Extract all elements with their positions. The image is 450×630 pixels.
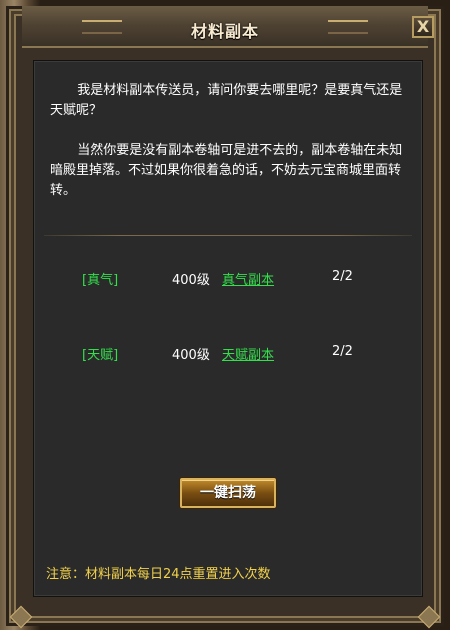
dungeon-level: 400级: [172, 273, 210, 288]
npc-dialog-text-1: 我是材料副本传送员，请问你要去哪里呢？是要真气还是天赋呢？: [50, 83, 403, 118]
dungeon-link-tianfu[interactable]: 天赋副本: [222, 344, 274, 363]
dungeon-level: 400级: [172, 348, 210, 363]
dungeon-remaining-count: 2/2: [332, 344, 353, 359]
dungeon-category: [天赋]: [82, 348, 119, 363]
dungeon-category: [真气]: [82, 273, 119, 288]
sweep-all-button[interactable]: 一键扫荡: [180, 478, 276, 508]
dungeon-remaining-count: 2/2: [332, 269, 353, 284]
title-bar[interactable]: 材料副本: [22, 6, 428, 48]
close-button[interactable]: X: [412, 16, 434, 38]
section-divider: [44, 235, 412, 236]
npc-dialog-text-2: 当然你要是没有副本卷轴可是进不去的，副本卷轴在未知暗殿里掉落。不过如果你很着急的…: [50, 143, 403, 198]
reset-notice: 注意：材料副本每日24点重置进入次数: [46, 567, 271, 582]
content-panel: 我是材料副本传送员，请问你要去哪里呢？是要真气还是天赋呢？ 当然你要是没有副本卷…: [33, 60, 423, 597]
window-title: 材料副本: [190, 22, 259, 41]
frame-corner-ornament: [9, 605, 33, 629]
frame-corner-ornament: [417, 605, 441, 629]
dungeon-link-zhenqi[interactable]: 真气副本: [222, 269, 274, 288]
dungeon-row: [真气] 400级 真气副本 2/2: [82, 269, 412, 288]
dungeon-row: [天赋] 400级 天赋副本 2/2: [82, 344, 412, 363]
